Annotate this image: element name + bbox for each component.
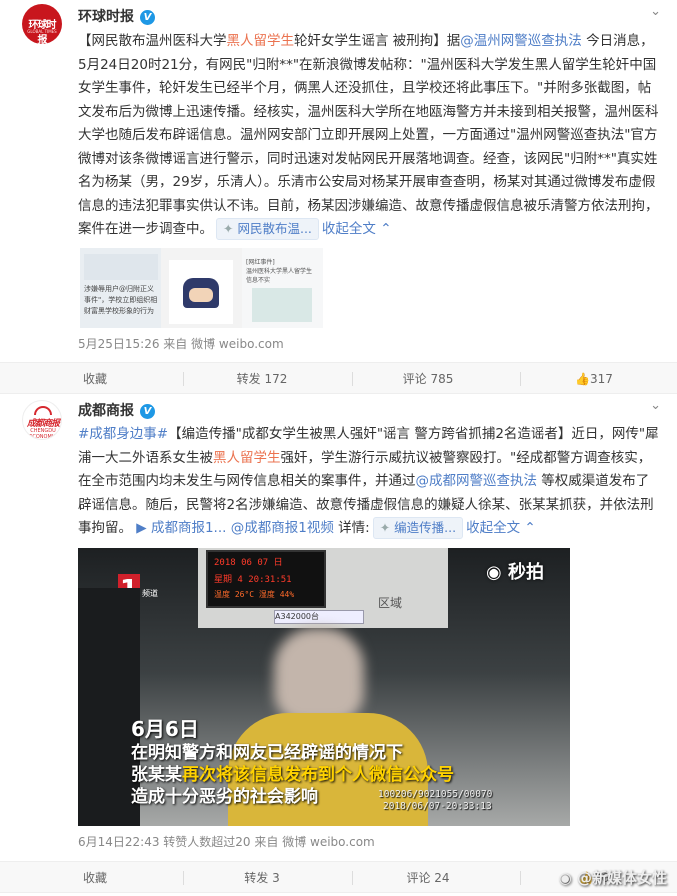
favorite-label: 收藏: [82, 871, 107, 885]
post-text: 【网民散布温州医科大学: [78, 33, 227, 49]
favorite-label: 收藏: [82, 372, 107, 386]
divider: [183, 871, 184, 885]
post-image-thumb[interactable]: [161, 248, 242, 328]
post-meta[interactable]: 6月14日22:43 转赞人数超过20 来自 微博 weibo.com: [78, 833, 375, 850]
repost-label: 转发 3: [244, 871, 280, 885]
divider: [520, 372, 521, 386]
area-sign: 区域: [378, 596, 403, 610]
post-meta[interactable]: 5月25日15:26 来自 微博 weibo.com: [78, 335, 284, 352]
chip-label: 编造传播...: [394, 520, 457, 535]
author-name-text[interactable]: 成都商报: [78, 403, 134, 419]
collapse-label: 收起全文: [466, 520, 521, 536]
repost-button[interactable]: 转发 3: [222, 862, 302, 894]
chevron-down-icon[interactable]: ⌄: [650, 398, 661, 413]
like-count: 317: [590, 372, 613, 386]
thumbs-up-icon: 👍: [575, 372, 591, 386]
camera-icon: ◉: [486, 562, 502, 583]
led-clock-display: 2018 06 07 日 星期 4 20:31:51 温度 26°C 湿度 44…: [206, 550, 326, 608]
post-image-thumb[interactable]: 涉嫌辱用户@归附正义 事件"，学校立即组织相 财富黑学校形象的行为: [80, 248, 161, 328]
video-brand: ◉ 秒拍: [486, 558, 544, 584]
video-link[interactable]: 成都商报1...: [151, 520, 226, 536]
favorite-button[interactable]: 收藏: [55, 862, 135, 894]
author-avatar[interactable]: 环球时报 GLOBAL TIMES: [22, 4, 62, 44]
post-text: 今日消息，5月24日20时21分，有网民"归附**"在新浪微博发帖称："温州医科…: [78, 33, 659, 237]
collapse-link[interactable]: 收起全文 ⌃: [466, 520, 536, 536]
thumb-caption: 涉嫌辱用户@归附正义 事件"，学校立即组织相 财富黑学校形象的行为: [84, 285, 158, 315]
repost-button[interactable]: 转发 172: [222, 363, 302, 395]
room-sign: A342000台: [274, 610, 364, 624]
watermark: ◉ @新媒体女性: [559, 867, 667, 888]
favorite-button[interactable]: 收藏: [55, 363, 135, 395]
thumb-caption: [网红事件] 温州医科大学黑人留学生 信息不实: [246, 259, 313, 284]
video-link-icon[interactable]: ▶: [132, 520, 151, 536]
article-chip[interactable]: ✦ 编造传播...: [372, 517, 464, 539]
clock-date: 2018 06 07 日: [214, 558, 283, 568]
divider: [352, 871, 353, 885]
mention-link[interactable]: @成都网警巡查执法: [416, 473, 538, 489]
author-name[interactable]: 环球时报 V: [78, 6, 155, 26]
author-name[interactable]: 成都商报 V: [78, 400, 155, 420]
avatar-logo-ring: [34, 406, 52, 415]
video-timestamp: 100206/9021055/00070: [378, 789, 493, 800]
blurred-face: [274, 628, 364, 723]
video-player[interactable]: 2018 06 07 日 星期 4 20:31:51 温度 26°C 湿度 44…: [78, 548, 570, 826]
thumb-header: [84, 254, 158, 280]
highlight-keyword[interactable]: 黑人留学生: [213, 450, 281, 466]
chip-label: 网民散布温...: [237, 221, 312, 236]
repost-label: 转发 172: [236, 372, 288, 386]
chevron-up-icon: ⌃: [380, 221, 392, 237]
watermark-text: @新媒体女性: [576, 869, 667, 887]
article-chip[interactable]: ✦ 网民散布温...: [216, 218, 319, 240]
collapse-link[interactable]: 收起全文 ⌃: [322, 221, 392, 237]
author-avatar[interactable]: 成都商报 CHENGDU ECONOMIC DAILY: [22, 400, 62, 440]
chevron-up-icon: ⌃: [524, 520, 536, 536]
comment-button[interactable]: 评论 24: [388, 862, 468, 894]
caption-line: 造成十分恶劣的社会影响: [131, 787, 318, 807]
thumb-photo: [252, 288, 312, 322]
mention-link[interactable]: @温州网警巡查执法: [460, 33, 582, 49]
weibo-logo-icon: ◉: [558, 869, 572, 887]
author-name-text[interactable]: 环球时报: [78, 9, 134, 25]
brand-label: 秒拍: [508, 562, 544, 583]
highlight-keyword[interactable]: 黑人留学生: [227, 33, 295, 49]
verified-icon: V: [140, 10, 155, 25]
hashtag-link[interactable]: #成都身边事#: [78, 426, 168, 442]
post-text: 轮奸女学生谣言 被刑拘】据: [294, 33, 461, 49]
avatar-logo-sub: CHENGDU ECONOMIC DAILY: [29, 428, 57, 440]
video-mention-link[interactable]: @成都商报1视频: [231, 520, 334, 536]
video-timestamp: 2018/06/07-20:33:13: [383, 801, 492, 812]
link-icon: ✦: [379, 520, 391, 535]
chevron-down-icon[interactable]: ⌄: [650, 4, 661, 19]
post-body: #成都身边事#【编造传播"成都女学生被黑人强奸"谣言 警方跨省抓捕2名造谣者】近…: [78, 423, 662, 541]
comment-button[interactable]: 评论 785: [388, 363, 468, 395]
like-button[interactable]: 👍317: [554, 363, 634, 395]
clock-time: 星期 4 20:31:51: [214, 575, 292, 585]
verified-icon: V: [140, 404, 155, 419]
thumb-face: [189, 288, 213, 302]
link-icon: ✦: [223, 221, 234, 236]
divider: [352, 372, 353, 386]
channel-sub: 频道: [142, 589, 158, 598]
divider: [183, 372, 184, 386]
details-label: 详情:: [338, 520, 370, 536]
post-body: 【网民散布温州医科大学黑人留学生轮奸女学生谣言 被刑拘】据@温州网警巡查执法 今…: [78, 30, 662, 242]
comment-label: 评论 785: [402, 372, 454, 386]
action-bar: 收藏 转发 172 评论 785 👍317: [0, 362, 677, 394]
post-image-thumb[interactable]: [网红事件] 温州医科大学黑人留学生 信息不实: [242, 248, 323, 328]
divider: [520, 871, 521, 885]
avatar-logo-sub: GLOBAL TIMES: [27, 29, 57, 34]
comment-label: 评论 24: [406, 871, 450, 885]
collapse-label: 收起全文: [321, 221, 376, 237]
clock-temp: 温度 26°C 湿度 44%: [214, 590, 295, 599]
